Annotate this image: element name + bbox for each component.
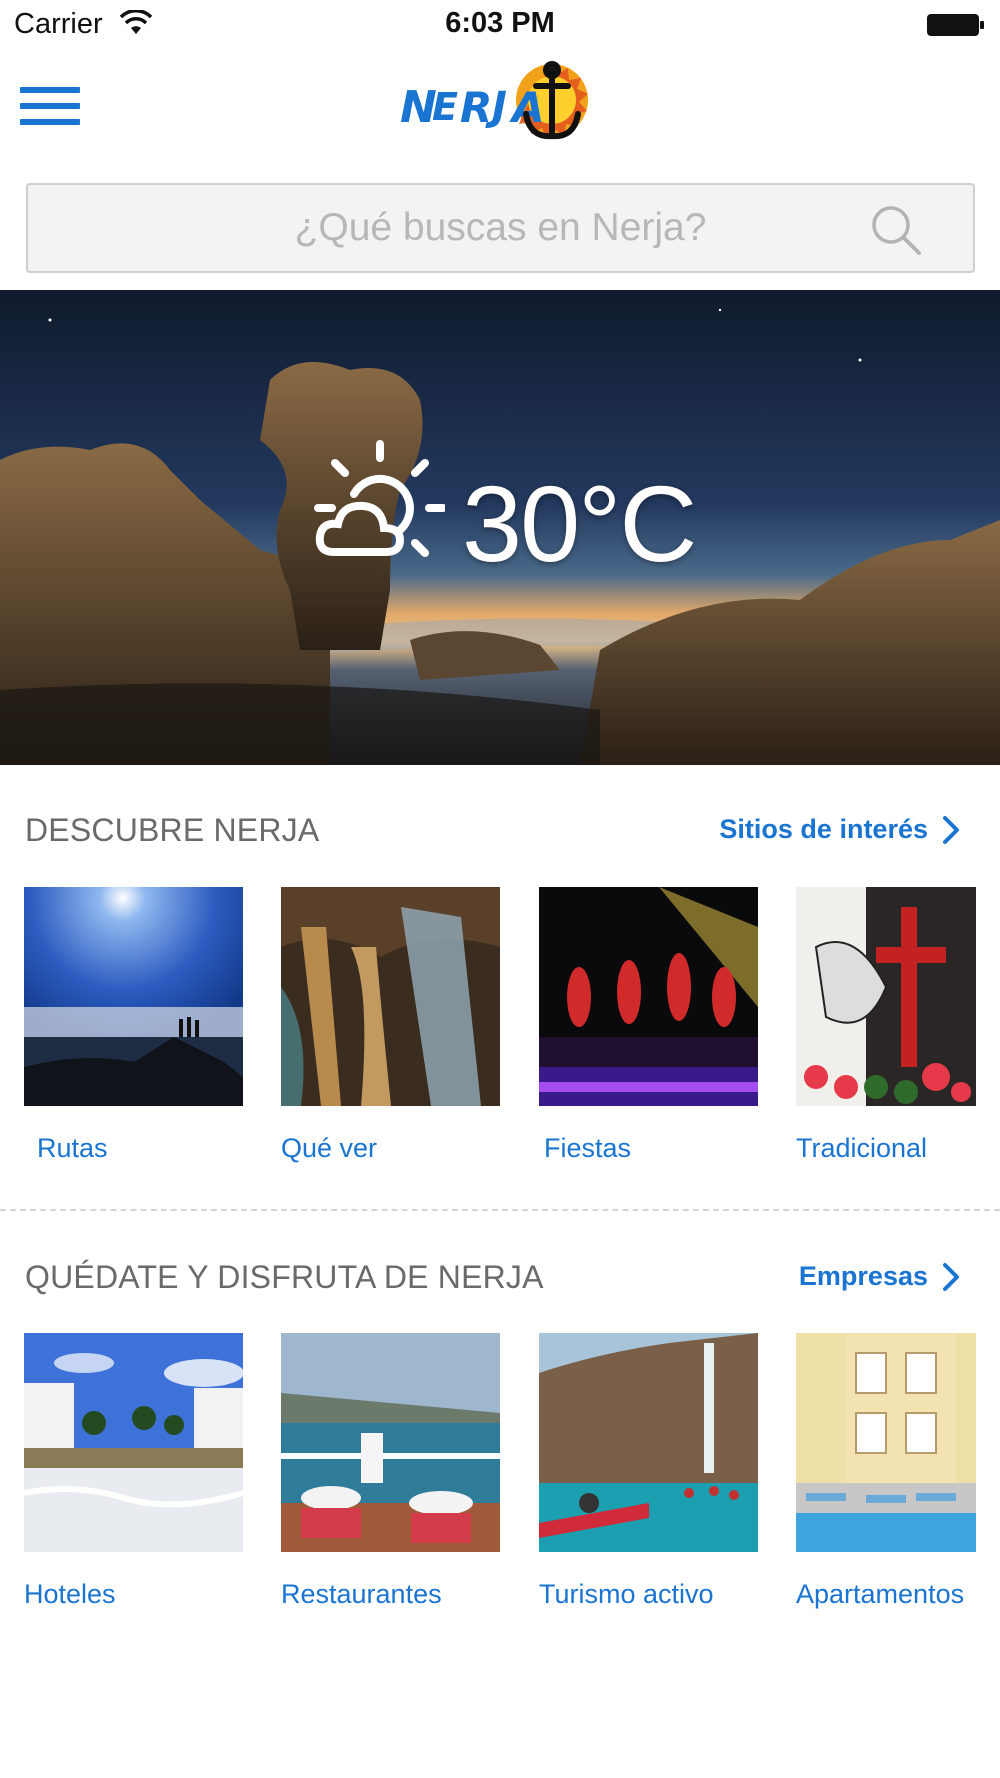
tile-label-restaurantes[interactable]: Restaurantes — [281, 1579, 442, 1610]
search-bar[interactable] — [26, 183, 975, 273]
temperature-label: 30°C — [462, 463, 697, 584]
tile-label-rutas[interactable]: Rutas — [37, 1133, 108, 1164]
status-bar: Carrier 6:03 PM — [0, 0, 1000, 50]
search-input[interactable] — [28, 185, 973, 271]
svg-text:R: R — [460, 83, 492, 132]
nerja-logo: N E R J A — [400, 61, 588, 140]
chevron-right-icon — [943, 815, 959, 844]
tile-label-apartamentos[interactable]: Apartamentos — [796, 1579, 964, 1610]
tile-restaurantes[interactable] — [281, 1333, 500, 1552]
svg-text:E: E — [432, 85, 458, 129]
hamburger-menu-icon[interactable] — [20, 84, 80, 130]
battery-icon — [927, 14, 984, 36]
tile-label-tradicional[interactable]: Tradicional — [796, 1133, 927, 1164]
status-time: 6:03 PM — [445, 7, 555, 39]
section-title-descubre: DESCUBRE NERJA — [25, 812, 320, 848]
app-screen: Carrier 6:03 PM N E R J A ¿Qué buscas en… — [0, 0, 1000, 1778]
tile-label-fiestas[interactable]: Fiestas — [544, 1133, 631, 1164]
tile-hoteles[interactable] — [24, 1333, 243, 1552]
tile-label-hoteles[interactable]: Hoteles — [24, 1579, 116, 1610]
chevron-right-icon — [943, 1262, 959, 1291]
weather-hero: 30°C — [0, 290, 1000, 765]
tile-label-turismo-activo[interactable]: Turismo activo — [539, 1579, 714, 1610]
section-divider — [0, 1209, 1000, 1211]
section-link-label: Sitios de interés — [719, 814, 928, 844]
partly-cloudy-icon — [314, 440, 445, 557]
tile-tradicional[interactable] — [796, 887, 976, 1106]
section-title-quedate: QUÉDATE Y DISFRUTA DE NERJA — [25, 1259, 544, 1295]
tile-turismo-activo[interactable] — [539, 1333, 758, 1552]
tile-fiestas[interactable] — [539, 887, 758, 1106]
search-icon[interactable] — [869, 203, 923, 257]
sitios-de-interes-link[interactable]: Sitios de interés — [719, 814, 960, 845]
tile-apartamentos[interactable] — [796, 1333, 976, 1552]
section-link-label: Empresas — [798, 1261, 928, 1291]
tile-label-que-ver[interactable]: Qué ver — [281, 1133, 377, 1164]
empresas-link[interactable]: Empresas — [799, 1261, 960, 1292]
tile-que-ver[interactable] — [281, 887, 500, 1106]
tile-rutas[interactable] — [24, 887, 243, 1106]
